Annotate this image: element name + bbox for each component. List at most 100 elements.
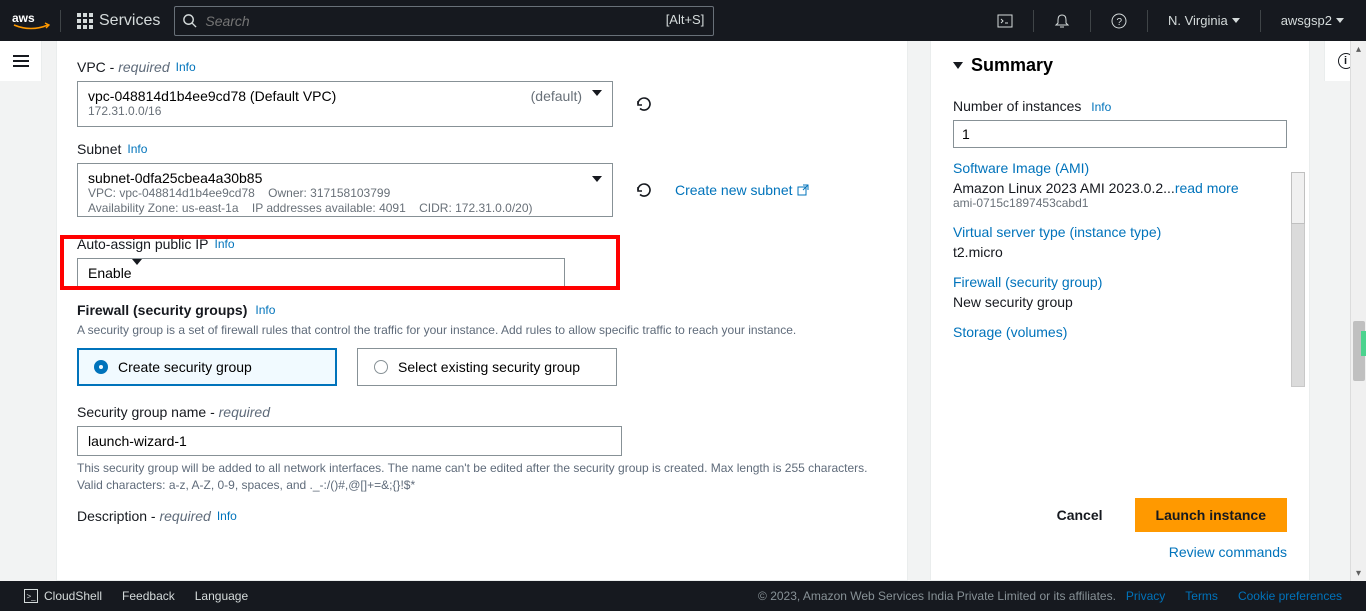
cloudshell-nav-icon[interactable] [987, 7, 1023, 35]
ami-text: Amazon Linux 2023 AMI 2023.0.2... [953, 180, 1175, 196]
vpc-default-tag: (default) [531, 88, 582, 104]
subnet-select[interactable]: subnet-0dfa25cbea4a30b85 VPC: vpc-048814… [77, 163, 613, 217]
required-text: required [219, 404, 270, 420]
create-subnet-link[interactable]: Create new subnet [675, 182, 809, 198]
review-commands-link[interactable]: Review commands [953, 544, 1287, 560]
num-instances-label: Number of instances [953, 98, 1081, 114]
svg-text:?: ? [1116, 17, 1122, 28]
subnet-refresh-button[interactable] [629, 175, 659, 205]
auto-ip-value: Enable [88, 265, 132, 281]
subnet-field: Subnet Info subnet-0dfa25cbea4a30b85 VPC… [77, 141, 887, 217]
nav-divider [1033, 10, 1034, 32]
info-link[interactable]: Info [176, 60, 196, 74]
language-button[interactable]: Language [185, 589, 258, 603]
summary-scrollbar-thumb[interactable] [1291, 172, 1305, 224]
summary-scroll-area: Software Image (AMI) Amazon Linux 2023 A… [953, 160, 1287, 440]
storage-link[interactable]: Storage (volumes) [953, 324, 1277, 340]
search-container: [Alt+S] [174, 6, 714, 36]
feedback-button[interactable]: Feedback [112, 589, 185, 603]
firewall-summary-link[interactable]: Firewall (security group) [953, 274, 1277, 290]
region-selector[interactable]: N. Virginia [1158, 7, 1250, 34]
subnet-label: Subnet [77, 141, 121, 157]
services-button[interactable]: Services [71, 8, 166, 34]
info-link[interactable]: Info [215, 237, 235, 251]
select-sg-radio[interactable]: Select existing security group [357, 348, 617, 386]
terms-link[interactable]: Terms [1175, 589, 1228, 603]
info-link[interactable]: Info [217, 509, 237, 523]
subnet-az: Availability Zone: us-east-1a [88, 201, 239, 215]
required-text: required [118, 59, 169, 75]
caret-down-icon [132, 259, 142, 281]
grid-icon [77, 13, 93, 29]
accent-bar [1361, 331, 1366, 356]
main-content: VPC - required Info vpc-048814d1b4ee9cd7… [42, 41, 1324, 581]
required-text: required [159, 508, 210, 524]
vpc-value: vpc-048814d1b4ee9cd78 (Default VPC) [88, 88, 336, 104]
cancel-button[interactable]: Cancel [1037, 498, 1123, 532]
auto-ip-select[interactable]: Enable [77, 258, 565, 288]
num-instances-input[interactable] [953, 120, 1287, 148]
external-link-icon [797, 184, 809, 196]
subnet-vpc: VPC: vpc-048814d1b4ee9cd78 [88, 186, 255, 200]
cloudshell-icon: >_ [24, 589, 38, 603]
caret-down-icon [1336, 18, 1344, 23]
create-sg-radio[interactable]: Create security group [77, 348, 337, 386]
nav-divider [1147, 10, 1148, 32]
radio-icon [374, 360, 388, 374]
info-link[interactable]: Info [127, 142, 147, 156]
radio-icon [94, 360, 108, 374]
cookies-link[interactable]: Cookie preferences [1228, 589, 1352, 603]
sg-name-help: This security group will be added to all… [77, 460, 887, 494]
cloudshell-footer-button[interactable]: >_ CloudShell [14, 589, 112, 603]
caret-down-icon [592, 176, 602, 198]
info-link[interactable]: Info [255, 303, 275, 317]
vpc-cidr: 172.31.0.0/16 [88, 104, 582, 120]
search-shortcut: [Alt+S] [666, 12, 705, 27]
left-panel-toggle[interactable] [0, 41, 42, 81]
sg-name-field: Security group name - required This secu… [77, 404, 887, 494]
account-selector[interactable]: awsgsp2 [1271, 7, 1354, 34]
copyright-text: © 2023, Amazon Web Services India Privat… [758, 589, 1116, 603]
nav-divider [1260, 10, 1261, 32]
select-sg-label: Select existing security group [398, 359, 580, 375]
privacy-link[interactable]: Privacy [1116, 589, 1175, 603]
description-field: Description - required Info [77, 508, 887, 524]
vpc-refresh-button[interactable] [629, 89, 659, 119]
hamburger-icon [13, 55, 29, 67]
sg-name-input[interactable] [77, 426, 622, 456]
launch-instance-button[interactable]: Launch instance [1135, 498, 1287, 532]
region-label: N. Virginia [1168, 13, 1228, 28]
account-label: awsgsp2 [1281, 13, 1332, 28]
subnet-cidr: CIDR: 172.31.0.0/20) [419, 201, 532, 215]
svg-text:aws: aws [12, 11, 35, 25]
vpc-select[interactable]: vpc-048814d1b4ee9cd78 (Default VPC) (def… [77, 81, 613, 127]
ami-id: ami-0715c1897453cabd1 [953, 196, 1277, 210]
create-sg-label: Create security group [118, 359, 252, 375]
info-link[interactable]: Info [1091, 100, 1111, 114]
summary-header[interactable]: Summary [931, 41, 1309, 90]
auto-ip-label: Auto-assign public IP [77, 236, 209, 252]
help-icon[interactable]: ? [1101, 7, 1137, 35]
nav-divider [60, 10, 61, 32]
search-input[interactable] [174, 6, 714, 36]
instance-type-link[interactable]: Virtual server type (instance type) [953, 224, 1277, 240]
notifications-icon[interactable] [1044, 7, 1080, 35]
read-more-link[interactable]: read more [1175, 180, 1239, 196]
page-scrollbar[interactable]: ▴ ▾ [1350, 41, 1366, 581]
firewall-field: Firewall (security groups) Info A securi… [77, 302, 887, 387]
search-icon [182, 13, 197, 28]
scroll-down-arrow[interactable]: ▾ [1351, 565, 1366, 581]
auto-assign-ip-field: Auto-assign public IP Info Enable [77, 231, 887, 288]
firewall-summary-text: New security group [953, 294, 1277, 310]
scroll-up-arrow[interactable]: ▴ [1351, 41, 1366, 57]
aws-logo[interactable]: aws [12, 10, 50, 32]
ami-link[interactable]: Software Image (AMI) [953, 160, 1277, 176]
subnet-ips: IP addresses available: 4091 [252, 201, 406, 215]
create-subnet-label: Create new subnet [675, 182, 793, 198]
firewall-help-text: A security group is a set of firewall ru… [77, 322, 887, 339]
cloudshell-label: CloudShell [44, 589, 102, 603]
footer: >_ CloudShell Feedback Language © 2023, … [0, 581, 1366, 611]
subnet-owner: Owner: 317158103799 [268, 186, 390, 200]
vpc-field: VPC - required Info vpc-048814d1b4ee9cd7… [77, 59, 887, 127]
firewall-label: Firewall (security groups) [77, 302, 247, 318]
